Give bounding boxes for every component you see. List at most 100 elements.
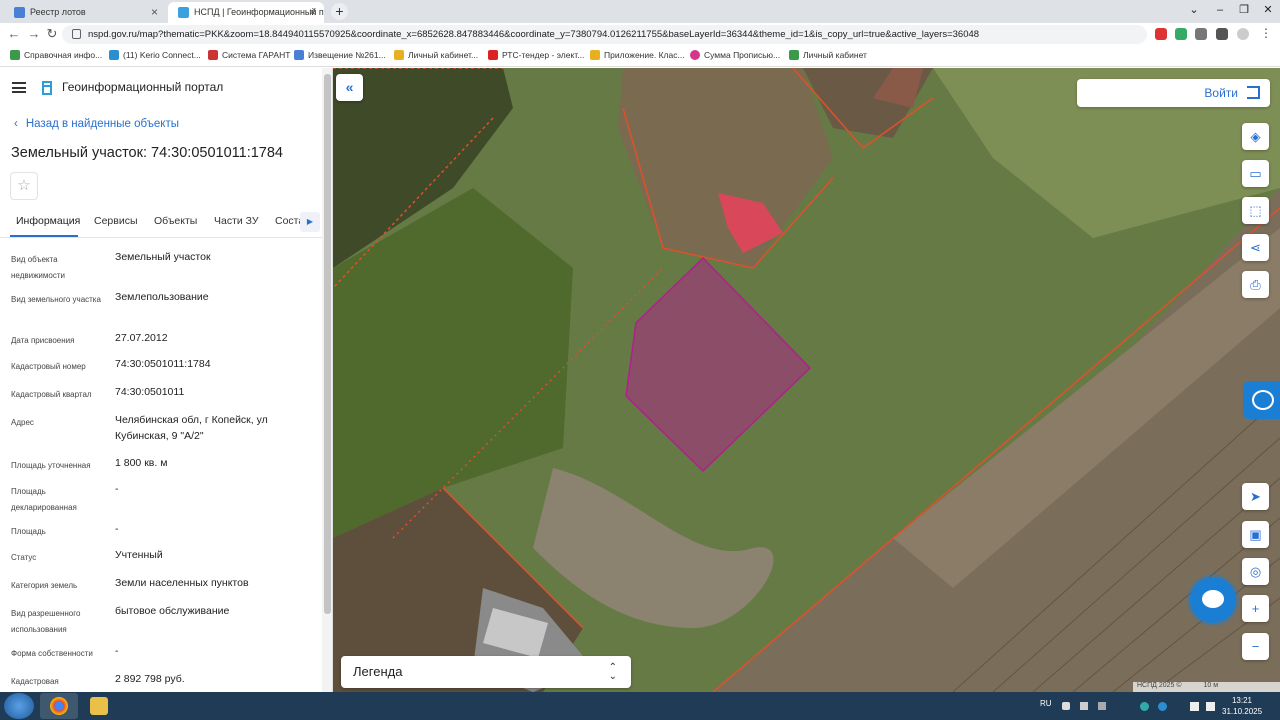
tray-icon[interactable] [1140, 702, 1149, 711]
panel-tabs: Информация Сервисы Объекты Части ЗУ Сост… [0, 208, 322, 238]
nspd-favicon-icon [178, 7, 189, 18]
tray-icon[interactable] [1062, 702, 1070, 710]
reload-icon[interactable]: ↻ [44, 26, 60, 42]
favorite-star-icon[interactable]: ☆ [10, 172, 38, 200]
tray-icon[interactable] [1080, 702, 1088, 710]
extension-yandex-icon[interactable] [1155, 28, 1167, 40]
bookmark-icon [394, 50, 404, 60]
parcel-outline [625, 256, 812, 473]
login-icon [1247, 86, 1260, 99]
sidebar-icon[interactable] [1216, 28, 1228, 40]
lock-icon [72, 29, 81, 39]
bookmark-icon [488, 50, 498, 60]
bookmark-item[interactable]: Справочная инфо... [10, 50, 102, 60]
chevron-updown-icon: ⌃ ⌄ [608, 662, 617, 682]
tab-title: НСПД | Геоинформационный п... [194, 7, 324, 17]
bookmark-item[interactable]: Личный кабинет [789, 50, 867, 60]
object-info-panel: Геоинформационный портал ‹ Назад в найден… [0, 68, 333, 692]
panel-scrollbar[interactable] [322, 68, 332, 692]
tab-search-icon[interactable]: ⌄ [1180, 0, 1208, 23]
minimap-icon[interactable]: ▣ [1242, 521, 1269, 548]
bookmark-item[interactable]: Извещение №261... [294, 50, 386, 60]
zoom-out-button[interactable]: − [1242, 633, 1269, 660]
area-select-icon[interactable]: ⬚ [1242, 197, 1269, 224]
legend-dropdown[interactable]: Легенда ⌃ ⌄ [341, 656, 631, 688]
chrome-taskbar-icon[interactable] [40, 693, 78, 719]
bookmark-icon [294, 50, 304, 60]
extension-icon[interactable] [1175, 28, 1187, 40]
clock-date: 31.10.2025 [1222, 707, 1263, 716]
bookmarks-bar: Справочная инфо... (11) Kerio Connect...… [0, 46, 1280, 67]
map-view[interactable]: « Войти ◈ ▭ ⬚ ⋖ ⎙ ➤ ▣ ◎ + − Легенда ⌃ ⌄ Н… [333, 68, 1280, 692]
login-button[interactable]: Войти [1077, 79, 1270, 107]
browser-tab-nspd[interactable]: НСПД | Геоинформационный п... × [168, 2, 324, 23]
zoom-in-button[interactable]: + [1242, 595, 1269, 622]
chat-button[interactable] [1190, 577, 1236, 623]
extensions-puzzle-icon[interactable] [1195, 28, 1207, 40]
address-toolbar: ← → ↻ nspd.gov.ru/map?thematic=PKK&zoom=… [0, 23, 1280, 46]
ruler-icon[interactable]: ▭ [1242, 160, 1269, 187]
browser-tab-registry[interactable]: Реестр лотов × [4, 2, 166, 23]
bookmark-item[interactable]: (11) Kerio Connect... [109, 50, 201, 60]
profile-avatar[interactable] [1237, 28, 1249, 40]
new-tab-button[interactable]: + [331, 3, 348, 20]
active-tab-indicator [10, 235, 78, 237]
scrollbar-thumb[interactable] [324, 74, 331, 614]
network-icon[interactable] [1190, 702, 1199, 711]
tabs-scroll-right-icon[interactable]: ▶ [300, 212, 320, 232]
menu-kebab-icon[interactable]: ⋮ [1260, 27, 1272, 40]
bookmark-icon [590, 50, 600, 60]
layers-icon[interactable]: ◈ [1242, 123, 1269, 150]
portal-logo-icon [42, 81, 52, 95]
browser-tab-bar: Реестр лотов × НСПД | Геоинформационный … [0, 0, 1280, 23]
scale-label: 10 м [1203, 682, 1219, 689]
map-attribution: НСПД 2025 © 10 м [1133, 682, 1280, 692]
close-tab-icon[interactable]: × [309, 5, 316, 19]
close-window-icon[interactable]: ✕ [1254, 0, 1280, 23]
bookmark-icon [789, 50, 799, 60]
bookmark-item[interactable]: Сумма Прописью... [690, 50, 780, 60]
explorer-taskbar-icon[interactable] [80, 693, 118, 719]
registry-favicon-icon [14, 7, 25, 18]
bookmark-item[interactable]: Приложение. Клас... [590, 50, 685, 60]
chrome-icon [50, 697, 68, 715]
print-icon[interactable]: ⎙ [1242, 271, 1269, 298]
bookmark-item[interactable]: Личный кабинет... [394, 50, 478, 60]
url-field[interactable]: nspd.gov.ru/map?thematic=PKK&zoom=18.844… [62, 25, 1147, 44]
tab-title: Реестр лотов [30, 7, 86, 17]
assistant-icon[interactable] [1243, 381, 1280, 419]
bookmark-icon [690, 50, 700, 60]
bookmark-icon [208, 50, 218, 60]
back-icon[interactable]: ← [6, 26, 22, 42]
tab-services[interactable]: Сервисы [94, 215, 138, 227]
chevron-left-icon: ‹ [14, 118, 18, 130]
bookmark-icon [109, 50, 119, 60]
url-text: nspd.gov.ru/map?thematic=PKK&zoom=18.844… [88, 29, 980, 40]
volume-icon[interactable] [1206, 702, 1215, 711]
tray-icon[interactable] [1098, 702, 1106, 710]
tab-information[interactable]: Информация [16, 215, 80, 227]
tray-icon[interactable] [1158, 702, 1167, 711]
forward-icon[interactable]: → [26, 26, 42, 42]
navigate-icon[interactable]: ➤ [1242, 483, 1269, 510]
bookmark-icon [10, 50, 20, 60]
object-title: Земельный участок: 74:30:0501011:1784 [11, 145, 283, 161]
bookmark-item[interactable]: Система ГАРАНТ [208, 50, 290, 60]
share-icon[interactable]: ⋖ [1242, 234, 1269, 261]
clock-time: 13:21 [1231, 696, 1253, 705]
start-button-icon[interactable] [4, 693, 34, 719]
tab-parts[interactable]: Части ЗУ [214, 215, 259, 227]
folder-icon [90, 697, 108, 715]
tab-objects[interactable]: Объекты [154, 215, 197, 227]
geolocation-icon[interactable]: ◎ [1242, 558, 1269, 585]
legend-label: Легенда [353, 664, 403, 679]
menu-hamburger-icon[interactable] [12, 82, 26, 93]
portal-title: Геоинформационный портал [62, 80, 224, 94]
collapse-panel-button[interactable]: « [336, 74, 363, 101]
back-to-results-link[interactable]: ‹ Назад в найденные объекты [14, 118, 179, 130]
bookmark-item[interactable]: РТС-тендер - элект... [488, 50, 584, 60]
close-tab-icon[interactable]: × [151, 5, 158, 19]
os-taskbar: RU 13:21 31.10.2025 [0, 692, 1280, 720]
language-indicator[interactable]: RU [1040, 699, 1052, 708]
clock[interactable]: 13:21 31.10.2025 [1222, 695, 1262, 717]
